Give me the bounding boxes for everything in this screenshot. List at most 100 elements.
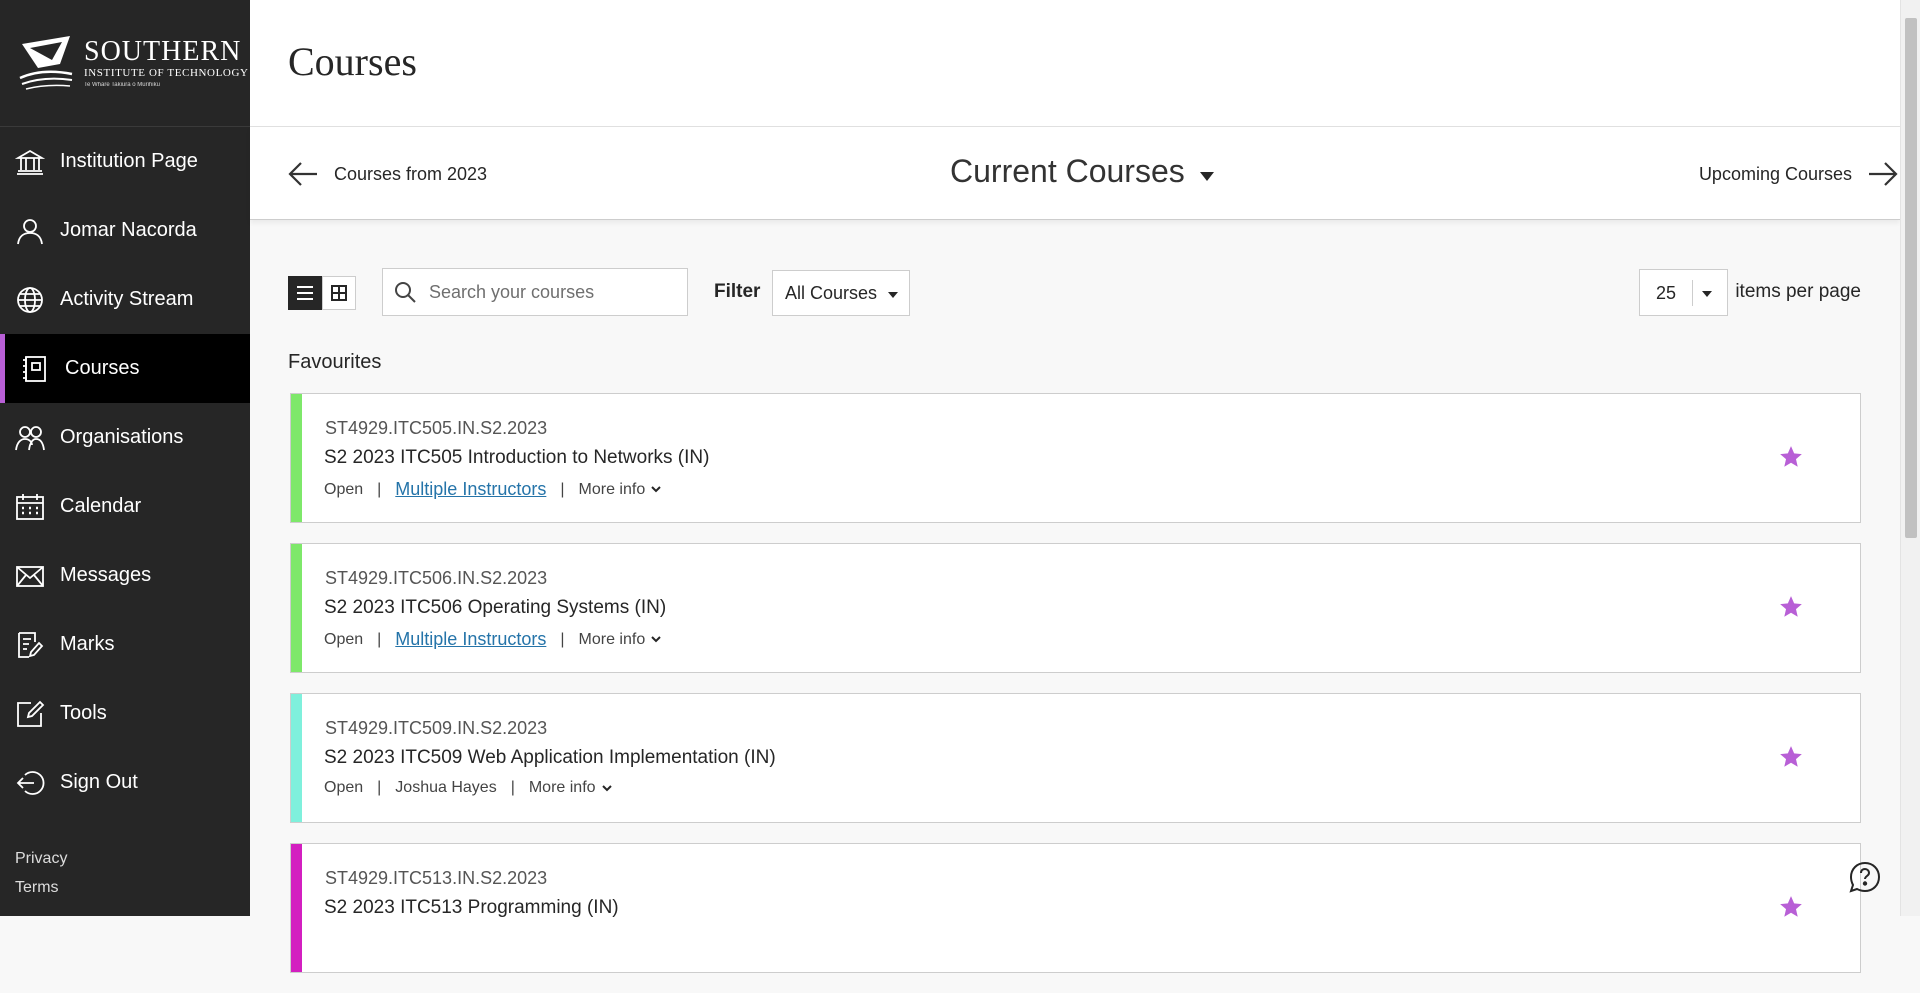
sidebar-item-label: Organisations	[60, 426, 184, 448]
favourites-heading: Favourites	[288, 351, 382, 373]
signout-icon	[14, 767, 46, 799]
current-term-dropdown[interactable]: Current Courses	[950, 153, 1215, 190]
sidebar-footer: Privacy Terms	[15, 844, 67, 902]
instructors-link[interactable]: Multiple Instructors	[395, 629, 546, 650]
view-toggle	[288, 276, 356, 310]
items-per-page-label: items per page	[1735, 281, 1861, 302]
course-list: ST4929.ITC505.IN.S2.2023 S2 2023 ITC505 …	[290, 393, 1861, 993]
institution-logo[interactable]: SOUTHERN Institute of Technology Te Whar…	[0, 0, 250, 127]
previous-term-link[interactable]: Courses from 2023	[286, 157, 487, 191]
sidebar-item-label: Institution Page	[60, 150, 198, 172]
separator: |	[377, 630, 382, 648]
favourite-star-icon[interactable]	[1778, 444, 1804, 470]
book-icon	[19, 353, 51, 385]
course-color-stripe	[291, 544, 302, 672]
logo-line-1: SOUTHERN	[84, 36, 242, 67]
sidebar-item-sign-out[interactable]: Sign Out	[0, 748, 250, 817]
sidebar-item-label: Sign Out	[60, 771, 138, 793]
sidebar-item-courses[interactable]: Courses	[0, 334, 250, 403]
scrollbar-thumb[interactable]	[1905, 18, 1917, 538]
items-per-page-dropdown[interactable]: 25	[1639, 269, 1728, 316]
sidebar-item-marks[interactable]: Marks	[0, 610, 250, 679]
favourite-star-icon[interactable]	[1778, 744, 1804, 770]
people-icon	[14, 422, 46, 454]
main-nav: Institution Page Jomar Nacorda Activity …	[0, 127, 250, 817]
main-content: Courses Courses from 2023 Current Course…	[250, 0, 1900, 973]
course-name-link[interactable]: S2 2023 ITC506 Operating Systems (IN)	[324, 597, 666, 619]
sidebar-item-activity-stream[interactable]: Activity Stream	[0, 265, 250, 334]
globe-icon	[14, 284, 46, 316]
search-icon	[391, 278, 419, 306]
instructors-link[interactable]: Multiple Instructors	[395, 479, 546, 500]
separator: |	[377, 779, 382, 796]
page-header: Courses	[250, 0, 1900, 127]
more-info-toggle[interactable]: More info	[529, 779, 612, 797]
sidebar-item-label: Calendar	[60, 495, 142, 517]
course-meta: Open | Joshua Hayes | More info	[324, 779, 612, 797]
more-info-label: More info	[528, 779, 596, 796]
course-color-stripe	[291, 844, 302, 972]
course-id: ST4929.ITC506.IN.S2.2023	[325, 568, 548, 588]
chevron-down-icon	[651, 636, 661, 643]
page-title: Courses	[288, 39, 417, 84]
sidebar-item-organisations[interactable]: Organisations	[0, 403, 250, 472]
separator: |	[560, 630, 565, 648]
previous-term-label: Courses from 2023	[334, 163, 488, 184]
course-name-link[interactable]: S2 2023 ITC505 Introduction to Networks …	[324, 447, 709, 469]
course-id: ST4929.ITC509.IN.S2.2023	[325, 718, 548, 738]
logo-emblem-icon	[19, 36, 73, 90]
course-status: Open	[324, 779, 364, 796]
sidebar-item-label: Jomar Nacorda	[60, 219, 197, 241]
more-info-toggle[interactable]: More info	[579, 481, 662, 499]
page-scrollbar[interactable]	[1900, 0, 1920, 916]
logo-line-3: Te Whare Takiura o Murihiku	[84, 82, 160, 88]
sidebar-item-calendar[interactable]: Calendar	[0, 472, 250, 541]
separator: |	[510, 779, 515, 796]
sidebar-item-tools[interactable]: Tools	[0, 679, 250, 748]
person-icon	[14, 215, 46, 247]
logo-line-2: Institute of Technology	[84, 67, 249, 79]
chevron-down-icon	[651, 486, 661, 493]
more-info-toggle[interactable]: More info	[579, 631, 662, 649]
list-view-button[interactable]	[288, 276, 322, 310]
sidebar-item-label: Activity Stream	[60, 288, 194, 310]
course-id: ST4929.ITC505.IN.S2.2023	[325, 418, 548, 438]
next-term-label: Upcoming Courses	[1698, 163, 1852, 184]
sidebar-item-institution-page[interactable]: Institution Page	[0, 127, 250, 196]
institution-icon	[14, 146, 46, 178]
caret-down-icon	[1199, 153, 1215, 190]
sidebar-item-profile[interactable]: Jomar Nacorda	[0, 196, 250, 265]
sidebar-item-label: Tools	[60, 702, 107, 724]
course-meta: Open | Multiple Instructors | More info	[324, 629, 661, 650]
course-card[interactable]: ST4929.ITC505.IN.S2.2023 S2 2023 ITC505 …	[290, 393, 1861, 523]
filter-dropdown[interactable]: All Courses	[772, 270, 910, 316]
tools-icon	[14, 698, 46, 730]
more-info-label: More info	[578, 630, 646, 648]
filter-label: Filter	[714, 281, 761, 302]
sidebar: SOUTHERN Institute of Technology Te Whar…	[0, 0, 250, 916]
course-status: Open	[324, 630, 364, 648]
course-card[interactable]: ST4929.ITC506.IN.S2.2023 S2 2023 ITC506 …	[290, 543, 1861, 673]
course-card[interactable]: ST4929.ITC513.IN.S2.2023 S2 2023 ITC513 …	[290, 843, 1861, 973]
instructor-name: Joshua Hayes	[395, 779, 497, 796]
marks-icon	[14, 629, 46, 661]
course-name-link[interactable]: S2 2023 ITC509 Web Application Implement…	[324, 747, 776, 769]
caret-down-icon	[1701, 282, 1713, 303]
term-navigation: Courses from 2023 Current Courses Upcomi…	[250, 127, 1900, 220]
separator: |	[560, 480, 565, 498]
course-color-stripe	[291, 694, 302, 822]
grid-view-button[interactable]	[322, 276, 356, 310]
caret-down-icon	[887, 283, 899, 304]
chevron-down-icon	[601, 784, 612, 791]
privacy-link[interactable]: Privacy	[15, 844, 67, 873]
course-card[interactable]: ST4929.ITC509.IN.S2.2023 S2 2023 ITC509 …	[290, 693, 1861, 823]
next-term-link[interactable]: Upcoming Courses	[1699, 157, 1900, 191]
favourite-star-icon[interactable]	[1778, 594, 1804, 620]
favourite-star-icon[interactable]	[1778, 894, 1804, 920]
help-icon[interactable]	[1848, 860, 1882, 894]
search-input[interactable]	[427, 280, 671, 304]
terms-link[interactable]: Terms	[15, 873, 67, 902]
sidebar-item-messages[interactable]: Messages	[0, 541, 250, 610]
sidebar-item-label: Marks	[60, 633, 115, 655]
separator: |	[377, 480, 382, 498]
